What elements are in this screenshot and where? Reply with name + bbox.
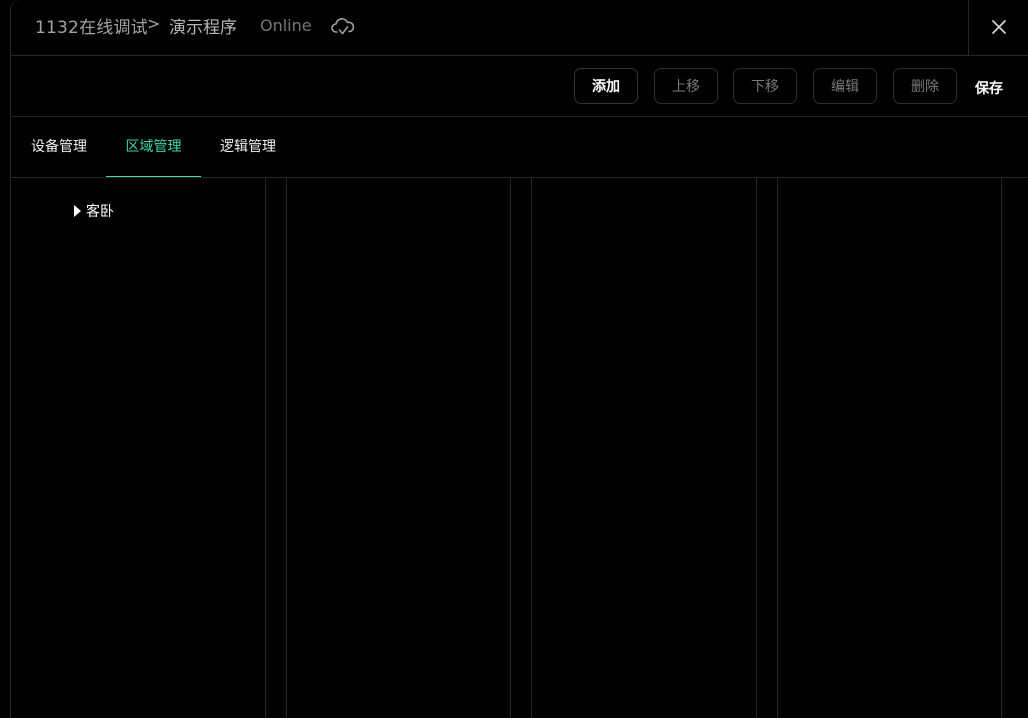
- column-divider: [777, 178, 778, 718]
- close-icon: [990, 18, 1008, 36]
- tab-area-management[interactable]: 区域管理: [106, 117, 201, 177]
- delete-button[interactable]: 删除: [893, 68, 957, 104]
- tab-device-management[interactable]: 设备管理: [30, 117, 88, 177]
- toolbar: 添加 上移 下移 编辑 删除 保存: [11, 56, 1028, 117]
- column-divider: [265, 178, 266, 718]
- column-divider: [756, 178, 757, 718]
- content-area: 客卧: [11, 178, 1028, 718]
- tab-bar: 设备管理 区域管理 逻辑管理: [11, 117, 1028, 178]
- dialog-window: 1132在线调试 > 演示程序 Online 添加 上移 下移 编辑 删除 保存…: [10, 0, 1028, 718]
- title-bar: 1132在线调试 > 演示程序 Online: [11, 0, 1028, 56]
- edit-button[interactable]: 编辑: [813, 68, 877, 104]
- cloud-check-icon: [331, 16, 355, 38]
- tree-item[interactable]: 客卧: [74, 201, 114, 221]
- column-divider: [510, 178, 511, 718]
- breadcrumb-project[interactable]: 1132在线调试: [35, 13, 148, 38]
- column-divider: [286, 178, 287, 718]
- close-button[interactable]: [968, 0, 1028, 55]
- move-down-button[interactable]: 下移: [733, 68, 797, 104]
- page-title: 演示程序: [169, 18, 237, 38]
- move-up-button[interactable]: 上移: [654, 68, 718, 104]
- caret-right-icon[interactable]: [74, 205, 81, 217]
- tab-logic-management[interactable]: 逻辑管理: [219, 117, 277, 177]
- save-button[interactable]: 保存: [975, 78, 1003, 98]
- column-divider: [1001, 178, 1002, 718]
- column-divider: [531, 178, 532, 718]
- status-label: Online: [260, 16, 312, 35]
- breadcrumb-separator: >: [147, 14, 161, 33]
- add-button[interactable]: 添加: [574, 68, 638, 104]
- tree-item-label: 客卧: [86, 204, 114, 220]
